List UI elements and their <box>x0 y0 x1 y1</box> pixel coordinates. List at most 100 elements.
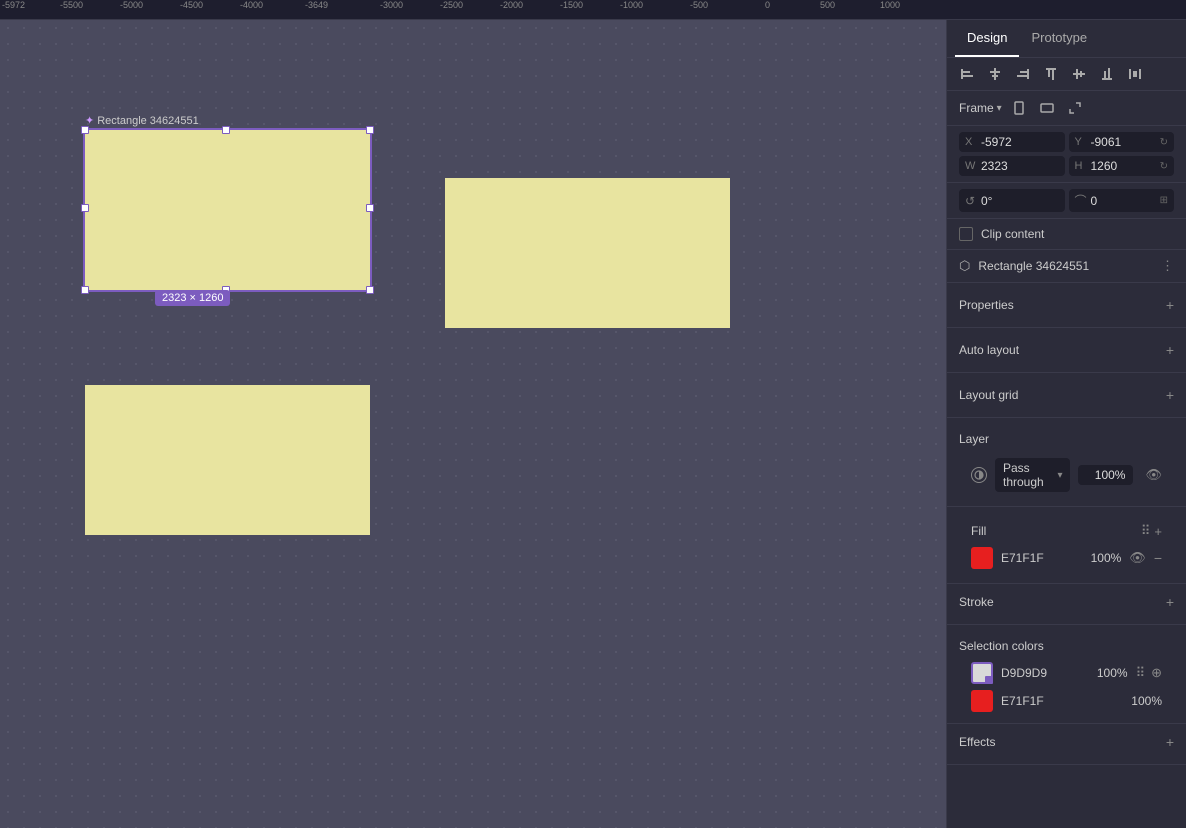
align-left-icon[interactable] <box>957 64 977 84</box>
ruler-tick: -4000 <box>240 0 263 10</box>
ruler-tick: -5000 <box>120 0 143 10</box>
effects-add-icon[interactable]: + <box>1166 734 1174 750</box>
selected-rectangle[interactable] <box>85 130 370 290</box>
fill-add-icon[interactable]: + <box>1154 524 1162 539</box>
resize-handle-br[interactable] <box>366 286 374 294</box>
y-field[interactable]: Y -9061 ↻ <box>1069 132 1175 152</box>
align-center-h-icon[interactable] <box>985 64 1005 84</box>
selection-color-row-1: D9D9D9 100% ⠿ ⊕ <box>959 659 1174 687</box>
align-top-icon[interactable] <box>1041 64 1061 84</box>
resize-handle-tr[interactable] <box>366 126 374 134</box>
element-label: ✦ Rectangle 34624551 <box>85 114 199 127</box>
layer-row: Pass through ▾ 100% 👁 <box>959 452 1174 498</box>
effects-header: Effects + <box>959 728 1174 756</box>
selection-color-grid-icon[interactable]: ⠿ <box>1136 665 1146 681</box>
opacity-field[interactable]: 100% <box>1078 465 1133 485</box>
ruler-tick: -500 <box>690 0 708 10</box>
selection-colors-title: Selection colors <box>959 639 1044 653</box>
rectangle-3[interactable] <box>85 385 370 535</box>
frame-dropdown[interactable]: Frame ▾ <box>959 101 1002 115</box>
fill-grid-icon[interactable]: ⠿ <box>1141 523 1151 539</box>
fill-row: E71F1F 100% 👁 − <box>959 543 1174 575</box>
align-center-v-icon[interactable] <box>1069 64 1089 84</box>
selection-colors-section: Selection colors D9D9D9 100% ⠿ ⊕ E71F1 <box>947 625 1186 724</box>
selection-colors-header: Selection colors <box>959 633 1174 659</box>
ruler-tick: -2000 <box>500 0 523 10</box>
auto-layout-section: Auto layout + <box>947 328 1186 373</box>
ruler-tick: -5972 <box>2 0 25 10</box>
auto-layout-title: Auto layout <box>959 343 1019 357</box>
resize-handle-rm[interactable] <box>366 204 374 212</box>
layer-header: Layer <box>959 426 1174 452</box>
blend-mode-label: Pass through <box>1003 461 1053 489</box>
chevron-down-icon: ▾ <box>1057 470 1062 481</box>
component-icon: ⬡ <box>959 258 970 274</box>
fill-title: Fill <box>971 524 986 538</box>
clip-content-label: Clip content <box>981 227 1044 241</box>
ruler-tick: 1000 <box>880 0 900 10</box>
layout-grid-section: Layout grid + <box>947 373 1186 418</box>
stroke-section: Stroke + <box>947 584 1186 625</box>
distribute-icon[interactable] <box>1125 64 1145 84</box>
size-badge: 2323 × 1260 <box>155 290 230 306</box>
selection-color-swatch-2[interactable] <box>971 690 993 712</box>
selection-color-swatch-1[interactable] <box>971 662 993 684</box>
ruler-tick: -1000 <box>620 0 643 10</box>
selection-color-hex-1: D9D9D9 <box>1001 666 1082 680</box>
ruler-tick: -2500 <box>440 0 463 10</box>
align-bottom-icon[interactable] <box>1097 64 1117 84</box>
selection-color-1-icons: ⠿ ⊕ <box>1136 665 1162 681</box>
resize-handle-tm[interactable] <box>222 126 230 134</box>
frame-icons <box>1008 97 1086 119</box>
clip-content-row: Clip content <box>947 219 1186 250</box>
auto-layout-header: Auto layout + <box>959 336 1174 364</box>
clip-content-checkbox[interactable] <box>959 227 973 241</box>
layer-section: Layer Pass through ▾ 100% 👁 <box>947 418 1186 507</box>
resize-handle-tl[interactable] <box>81 126 89 134</box>
frame-portrait-icon[interactable] <box>1008 97 1030 119</box>
rectangle-2[interactable] <box>445 178 730 328</box>
layout-grid-add-icon[interactable]: + <box>1166 387 1174 403</box>
rotation-field[interactable]: ↺ 0° <box>959 189 1065 212</box>
blend-mode-icon <box>971 467 987 483</box>
align-right-icon[interactable] <box>1013 64 1033 84</box>
tab-prototype[interactable]: Prototype <box>1019 20 1099 57</box>
effects-title: Effects <box>959 735 995 749</box>
canvas[interactable]: ✦ Rectangle 34624551 2323 × 1260 <box>0 20 946 828</box>
tab-design[interactable]: Design <box>955 20 1019 57</box>
ruler-tick: -5500 <box>60 0 83 10</box>
chevron-down-icon: ▾ <box>997 103 1002 114</box>
layer-visibility-icon[interactable]: 👁 <box>1145 467 1162 483</box>
blend-mode-dropdown[interactable]: Pass through ▾ <box>995 458 1070 492</box>
ruler-tick: -4500 <box>180 0 203 10</box>
fill-color-swatch[interactable] <box>971 547 993 569</box>
x-field[interactable]: X -5972 <box>959 132 1065 152</box>
frame-row: Frame ▾ <box>947 91 1186 126</box>
link-icon[interactable]: ↻ <box>1160 137 1168 148</box>
panel-tabs: Design Prototype <box>947 20 1186 58</box>
frame-resize-icon[interactable] <box>1064 97 1086 119</box>
selection-color-opacity-1: 100% <box>1090 666 1128 680</box>
corner-radius-expand-icon[interactable]: ⊞ <box>1160 195 1168 206</box>
h-field[interactable]: H 1260 ↻ <box>1069 156 1175 176</box>
resize-handle-lm[interactable] <box>81 204 89 212</box>
layer-title: Layer <box>959 432 989 446</box>
properties-add-icon[interactable]: + <box>1166 297 1174 313</box>
corner-radius-field[interactable]: ⌒ 0 ⊞ <box>1069 189 1175 212</box>
right-panel: Design Prototype <box>946 20 1186 828</box>
component-settings-icon[interactable]: ⋮ <box>1161 258 1174 274</box>
stroke-title: Stroke <box>959 595 994 609</box>
resize-handle-bl[interactable] <box>81 286 89 294</box>
auto-layout-add-icon[interactable]: + <box>1166 342 1174 358</box>
w-field[interactable]: W 2323 <box>959 156 1065 176</box>
fill-visibility-icon[interactable]: 👁 <box>1129 550 1146 566</box>
fill-header-icons: ⠿ + <box>1141 523 1162 539</box>
proportional-lock-icon[interactable]: ↻ <box>1160 161 1168 172</box>
fill-remove-icon[interactable]: − <box>1154 550 1162 566</box>
frame-landscape-icon[interactable] <box>1036 97 1058 119</box>
properties-section: Properties + <box>947 283 1186 328</box>
ruler-tick: 500 <box>820 0 835 10</box>
selection-color-opacity-2: 100% <box>1124 694 1162 708</box>
stroke-add-icon[interactable]: + <box>1166 594 1174 610</box>
selection-color-target-icon[interactable]: ⊕ <box>1151 665 1162 681</box>
